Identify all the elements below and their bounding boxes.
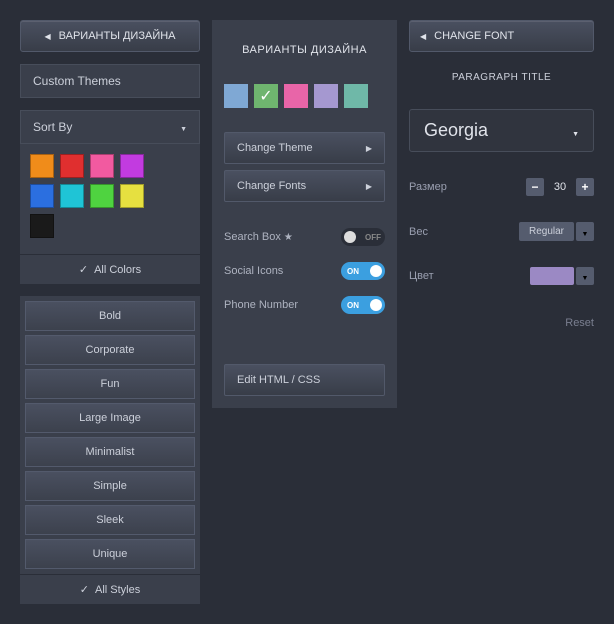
chevron-down-icon <box>582 267 589 285</box>
style-item[interactable]: Minimalist <box>25 437 195 467</box>
toggle-label: Phone Number <box>224 299 298 311</box>
color-swatch[interactable] <box>90 184 114 208</box>
color-swatch-grid <box>20 144 200 254</box>
sort-by-label: Sort By <box>33 120 72 134</box>
color-swatch <box>530 267 574 285</box>
theme-swatch[interactable] <box>284 84 308 108</box>
panel-title-text: ВАРИАНТЫ ДИЗАЙНА <box>242 44 367 56</box>
paragraph-title-header: PARAGRAPH TITLE <box>409 64 594 97</box>
theme-swatch[interactable] <box>314 84 338 108</box>
check-icon <box>79 263 88 276</box>
sort-by-dropdown[interactable]: Sort By <box>20 110 200 144</box>
custom-themes-header[interactable]: Custom Themes <box>20 64 200 98</box>
check-icon <box>80 583 89 596</box>
style-item[interactable]: Corporate <box>25 335 195 365</box>
paragraph-title-text: PARAGRAPH TITLE <box>452 72 551 83</box>
color-swatch[interactable] <box>30 184 54 208</box>
edit-html-label: Edit HTML / CSS <box>237 374 320 386</box>
style-item[interactable]: Large Image <box>25 403 195 433</box>
color-dropdown[interactable] <box>530 267 594 285</box>
star-icon <box>284 231 293 243</box>
weight-chevron[interactable] <box>576 222 594 241</box>
weight-label: Вес <box>409 226 428 238</box>
style-item[interactable]: Bold <box>25 301 195 331</box>
change-fonts-label: Change Fonts <box>237 180 306 192</box>
theme-swatch[interactable] <box>344 84 368 108</box>
toggles-group: Search Box OFFSocial IconsONPhone Number… <box>224 220 385 322</box>
chevron-down-icon <box>572 120 579 141</box>
color-label: Цвет <box>409 270 434 282</box>
color-swatch[interactable] <box>60 184 84 208</box>
chevron-down-icon <box>180 120 187 134</box>
color-swatch[interactable] <box>90 154 114 178</box>
weight-dropdown[interactable]: Regular <box>519 222 594 241</box>
edit-html-css-button[interactable]: Edit HTML / CSS <box>224 364 385 396</box>
size-label: Размер <box>409 181 447 193</box>
chevron-right-icon <box>366 142 372 154</box>
toggle-row: Search Box OFF <box>224 220 385 254</box>
all-styles-button[interactable]: All Styles <box>20 574 200 604</box>
change-font-label: CHANGE FONT <box>434 30 514 42</box>
theme-swatch[interactable] <box>224 84 248 108</box>
style-item[interactable]: Simple <box>25 471 195 501</box>
style-item[interactable]: Unique <box>25 539 195 569</box>
change-theme-label: Change Theme <box>237 142 313 154</box>
all-colors-button[interactable]: All Colors <box>20 254 200 284</box>
custom-themes-label: Custom Themes <box>33 74 121 88</box>
toggle-switch[interactable]: OFF <box>341 228 385 246</box>
chevron-down-icon <box>582 223 589 241</box>
size-increment-button[interactable]: + <box>576 178 594 196</box>
toggle-switch[interactable]: ON <box>341 296 385 314</box>
chevron-right-icon <box>366 180 372 192</box>
theme-swatch-row <box>224 80 385 120</box>
change-font-button[interactable]: CHANGE FONT <box>409 20 594 52</box>
color-swatch[interactable] <box>30 154 54 178</box>
toggle-row: Social Icons ON <box>224 254 385 288</box>
chevron-left-icon <box>420 30 426 42</box>
color-swatch[interactable] <box>60 154 84 178</box>
all-styles-label: All Styles <box>95 584 140 596</box>
check-icon <box>259 86 272 106</box>
design-variants-button[interactable]: ВАРИАНТЫ ДИЗАЙНА <box>20 20 200 52</box>
size-decrement-button[interactable]: − <box>526 178 544 196</box>
style-item[interactable]: Sleek <box>25 505 195 535</box>
color-swatch[interactable] <box>120 154 144 178</box>
weight-value: Regular <box>519 222 574 241</box>
reset-link[interactable]: Reset <box>409 317 594 329</box>
color-chevron[interactable] <box>576 267 594 285</box>
color-swatch[interactable] <box>30 214 54 238</box>
change-theme-button[interactable]: Change Theme <box>224 132 385 164</box>
design-variants-label: ВАРИАНТЫ ДИЗАЙНА <box>59 30 176 42</box>
toggle-row: Phone Number ON <box>224 288 385 322</box>
toggle-label: Search Box <box>224 231 293 243</box>
styles-list: Bold Corporate Fun Large Image Minimalist Sim… <box>20 296 200 574</box>
theme-swatch[interactable] <box>254 84 278 108</box>
size-stepper: − 30 + <box>526 178 594 196</box>
reset-label: Reset <box>565 317 594 329</box>
color-swatch[interactable] <box>120 184 144 208</box>
font-family-dropdown[interactable]: Georgia <box>409 109 594 152</box>
toggle-label: Social Icons <box>224 265 283 277</box>
all-colors-label: All Colors <box>94 264 141 276</box>
change-fonts-button[interactable]: Change Fonts <box>224 170 385 202</box>
toggle-switch[interactable]: ON <box>341 262 385 280</box>
style-item[interactable]: Fun <box>25 369 195 399</box>
chevron-left-icon <box>44 30 50 42</box>
panel-title: ВАРИАНТЫ ДИЗАЙНА <box>224 32 385 68</box>
size-value: 30 <box>546 178 574 196</box>
font-family-value: Georgia <box>424 120 488 141</box>
